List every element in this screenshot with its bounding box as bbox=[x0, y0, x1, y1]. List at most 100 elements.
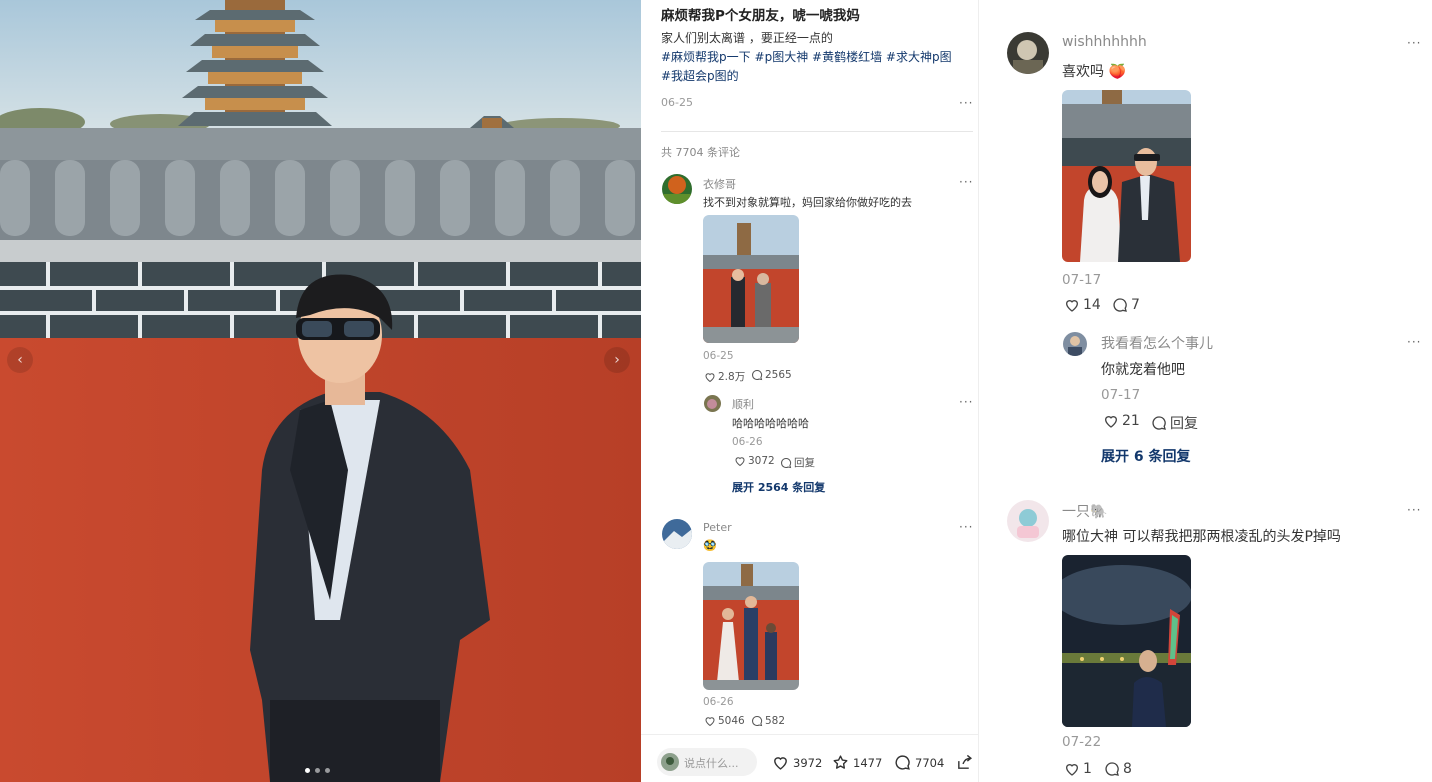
more-options-icon[interactable]: ··· bbox=[1407, 335, 1421, 349]
more-options-icon[interactable]: ··· bbox=[959, 395, 973, 409]
comment-date: 07-22 bbox=[1062, 734, 1102, 750]
hashtag-link[interactable]: #求大神p图 bbox=[886, 50, 952, 64]
reply-label: 回复 bbox=[794, 457, 815, 469]
hashtag-link[interactable]: #我超会p图的 bbox=[661, 69, 739, 83]
chevron-right-icon: › bbox=[614, 352, 620, 368]
like-count: 1 bbox=[1083, 761, 1092, 777]
comment-input-placeholder: 说点什么... bbox=[684, 757, 739, 770]
comment-bubble-icon bbox=[895, 755, 910, 770]
photo-image bbox=[0, 0, 641, 782]
more-options-icon[interactable]: ··· bbox=[1407, 503, 1421, 517]
hashtag-link[interactable]: #p图大神 bbox=[755, 50, 809, 64]
comment-button[interactable]: 7704 bbox=[894, 754, 944, 771]
share-icon bbox=[958, 754, 973, 769]
like-button[interactable]: 21 bbox=[1103, 413, 1140, 429]
avatar bbox=[661, 753, 679, 771]
note-photo[interactable]: ‹ › bbox=[0, 0, 641, 782]
comment-text: 找不到对象就算啦，妈回家给你做好吃的去 bbox=[703, 196, 912, 209]
expand-replies-link[interactable]: 展开 6 条回复 bbox=[1101, 446, 1191, 466]
more-options-icon[interactable]: ··· bbox=[959, 175, 973, 189]
avatar[interactable] bbox=[662, 519, 692, 549]
note-detail-panel: 麻烦帮我P个女朋友，唬一唬我妈 家人们别太离谱 ，要正经一点的 #麻烦帮我p一下… bbox=[641, 0, 978, 782]
like-count: 2.8万 bbox=[718, 371, 746, 383]
like-button[interactable]: 14 bbox=[1064, 297, 1101, 313]
heart-icon bbox=[1104, 416, 1118, 428]
like-button[interactable]: 3972 bbox=[772, 754, 822, 771]
avatar[interactable] bbox=[1063, 332, 1087, 356]
avatar[interactable] bbox=[704, 395, 721, 412]
carousel-dot-1[interactable] bbox=[305, 768, 310, 773]
reply-date: 06-26 bbox=[732, 436, 763, 448]
comment-image[interactable] bbox=[1062, 90, 1191, 262]
comment-author[interactable]: 一只🐘 bbox=[1062, 501, 1107, 521]
like-button[interactable]: 1 bbox=[1064, 761, 1092, 777]
comment-image[interactable] bbox=[703, 562, 799, 690]
comment-date: 06-25 bbox=[703, 350, 734, 362]
comment-date: 07-17 bbox=[1062, 272, 1102, 288]
avatar[interactable] bbox=[662, 174, 692, 204]
reply-author[interactable]: 我看看怎么个事儿 bbox=[1101, 333, 1213, 353]
comment-text: 喜欢吗 🍑 bbox=[1062, 64, 1126, 80]
carousel-dot-2[interactable] bbox=[315, 768, 320, 773]
heart-icon bbox=[1065, 764, 1079, 776]
reply-date: 07-17 bbox=[1101, 387, 1141, 403]
collect-button[interactable]: 1477 bbox=[832, 754, 882, 771]
comment-bubble-icon bbox=[1113, 298, 1127, 312]
comment-text: 🥸 bbox=[703, 539, 717, 552]
avatar[interactable] bbox=[1007, 32, 1049, 74]
comment-image[interactable] bbox=[1062, 555, 1191, 727]
comment-bubble-icon bbox=[752, 715, 763, 727]
reply-button[interactable]: 8 bbox=[1104, 761, 1132, 777]
collect-count: 1477 bbox=[853, 755, 883, 770]
divider bbox=[661, 131, 973, 132]
carousel-dots bbox=[305, 768, 330, 773]
reply-button[interactable]: 回复 bbox=[1151, 413, 1198, 433]
reply-button[interactable]: 2565 bbox=[751, 369, 792, 381]
like-count: 5046 bbox=[718, 715, 745, 727]
hashtag-link[interactable]: #麻烦帮我p一下 bbox=[661, 50, 751, 64]
star-icon bbox=[833, 755, 848, 769]
next-image-button[interactable]: › bbox=[604, 347, 630, 373]
more-options-icon[interactable]: ··· bbox=[959, 520, 973, 534]
reply-button[interactable]: 7 bbox=[1112, 297, 1140, 313]
reply-count: 2565 bbox=[765, 369, 792, 381]
comment-date: 06-26 bbox=[703, 696, 734, 708]
share-button[interactable] bbox=[956, 754, 973, 771]
carousel-dot-3[interactable] bbox=[325, 768, 330, 773]
expand-replies-link[interactable]: 展开 2564 条回复 bbox=[732, 479, 825, 495]
reply-author[interactable]: 顺利 bbox=[732, 396, 754, 412]
comment-bubble-icon bbox=[1152, 416, 1166, 430]
note-description: 家人们别太离谱 ，要正经一点的 #麻烦帮我p一下 #p图大神 #黄鹤楼红墙 #求… bbox=[661, 29, 973, 86]
hashtag-link[interactable]: #黄鹤楼红墙 bbox=[812, 50, 882, 64]
like-button[interactable]: 5046 bbox=[704, 715, 745, 727]
comment-input[interactable]: 说点什么... bbox=[657, 748, 757, 776]
comment-author[interactable]: 衣修哥 bbox=[703, 176, 736, 192]
reply-count: 7 bbox=[1131, 297, 1140, 313]
engagement-bar: 说点什么... 3972 1477 7704 bbox=[641, 734, 978, 782]
comment-bubble-icon bbox=[781, 457, 792, 468]
reply-text: 你就宠着他吧 bbox=[1101, 362, 1185, 378]
comment-bubble-icon bbox=[1105, 762, 1119, 776]
like-button[interactable]: 3072 bbox=[734, 455, 775, 467]
comments-panel-large: wishhhhhhh ··· 喜欢吗 🍑 07-17 14 7 我看看怎么个事儿… bbox=[978, 0, 1432, 782]
heart-icon bbox=[735, 457, 745, 467]
heart-icon bbox=[1065, 300, 1079, 312]
reply-label: 回复 bbox=[1170, 416, 1198, 432]
comment-author[interactable]: Peter bbox=[703, 521, 732, 534]
comment-author[interactable]: wishhhhhhh bbox=[1062, 34, 1147, 50]
like-count: 3072 bbox=[748, 455, 775, 467]
prev-image-button[interactable]: ‹ bbox=[7, 347, 33, 373]
comment-image[interactable] bbox=[703, 215, 799, 343]
more-options-icon[interactable]: ··· bbox=[959, 96, 973, 110]
like-count: 21 bbox=[1122, 413, 1140, 429]
comment-text: 哪位大神 可以帮我把那两根凌乱的头发P掉吗 bbox=[1062, 529, 1341, 545]
comment-count: 共 7704 条评论 bbox=[661, 146, 740, 159]
reply-button[interactable]: 582 bbox=[751, 715, 785, 727]
more-options-icon[interactable]: ··· bbox=[1407, 36, 1421, 50]
reply-button[interactable]: 回复 bbox=[780, 455, 815, 470]
like-button[interactable]: 2.8万 bbox=[704, 369, 745, 384]
avatar[interactable] bbox=[1007, 500, 1049, 542]
note-desc-text: 家人们别太离谱 ，要正经一点的 bbox=[661, 31, 833, 45]
like-count: 14 bbox=[1083, 297, 1101, 313]
note-title: 麻烦帮我P个女朋友，唬一唬我妈 bbox=[661, 8, 860, 24]
